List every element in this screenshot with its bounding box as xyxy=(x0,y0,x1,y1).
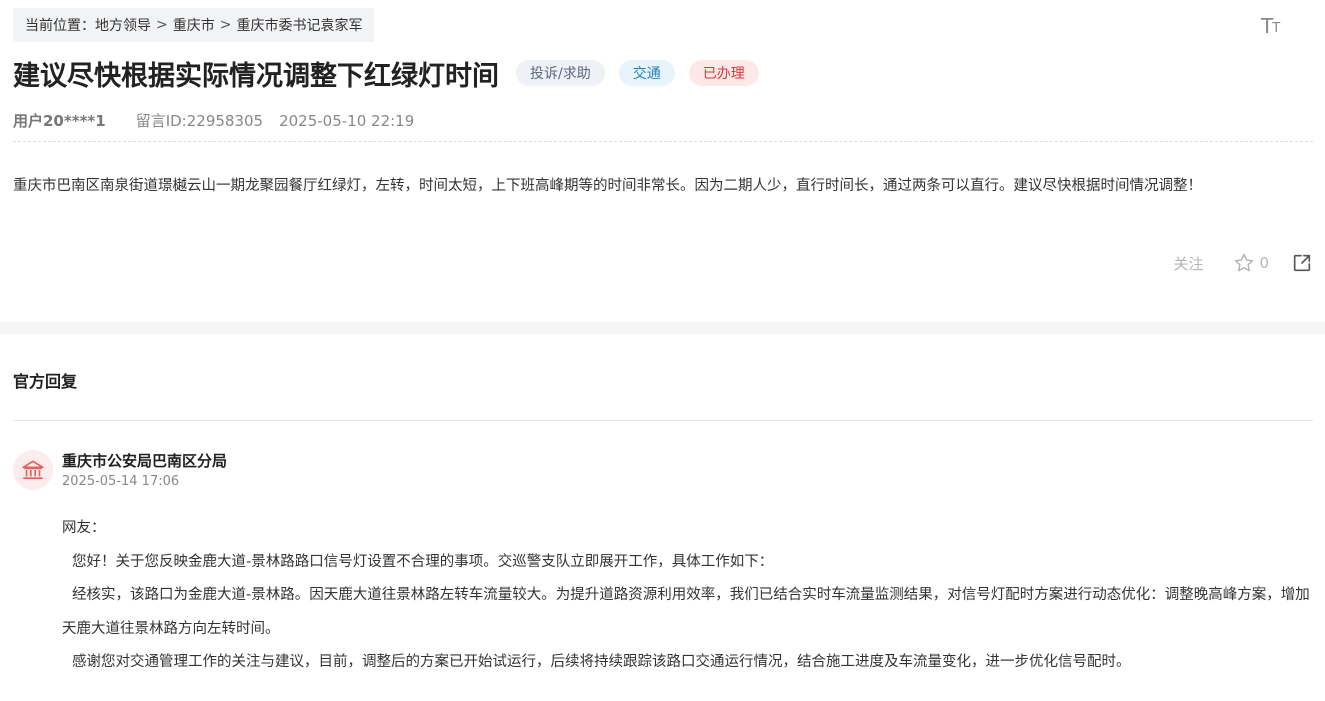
page-title: 建议尽快根据实际情况调整下红绿灯时间 xyxy=(13,60,499,92)
reply-paragraph: 经核实，该路口为金鹿大道-景林路。因天鹿大道往景林路左转车流量较大。为提升道路资… xyxy=(62,587,1310,637)
page: 当前位置： 地方领导 > 重庆市 > 重庆市委书记袁家军 TT 建议尽快根据实际… xyxy=(0,0,1325,701)
star-outline-icon xyxy=(1235,253,1254,272)
reply-paragraph: 您好！关于您反映金鹿大道-景林路路口信号灯设置不合理的事项。交巡警支队立即展开工… xyxy=(72,553,774,570)
share-icon[interactable] xyxy=(1291,252,1313,274)
category-tag[interactable]: 投诉/求助 xyxy=(516,60,605,86)
breadcrumb-separator: > xyxy=(156,17,168,33)
post-meta: 用户20****1 留言ID:22958305 2025-05-10 22:19 xyxy=(13,110,414,131)
reply-org-name: 重庆市公安局巴南区分局 xyxy=(62,452,228,470)
reply-datetime: 2025-05-14 17:06 xyxy=(62,474,180,489)
avatar xyxy=(13,450,53,490)
reply-section-title: 官方回复 xyxy=(13,372,78,391)
divider xyxy=(13,420,1313,421)
government-building-icon xyxy=(22,460,44,479)
reply-paragraph: 感谢您对交通管理工作的关注与建议，目前，调整后的方案已开始试运行，后续将持续跟踪… xyxy=(72,654,1131,670)
breadcrumb-separator: > xyxy=(219,17,232,33)
breadcrumb-item-party-secretary[interactable]: 重庆市委书记袁家军 xyxy=(236,15,362,35)
message-content: 重庆市巴南区南泉街道璟樾云山一期龙聚园餐厅红绿灯，左转，时间太短，上下班高峰期等… xyxy=(13,178,1202,194)
breadcrumb: 当前位置： 地方领导 > 重庆市 > 重庆市委书记袁家军 xyxy=(13,8,375,42)
reply-content: 网友： 您好！关于您反映金鹿大道-景林路路口信号灯设置不合理的事项。交巡警支队立… xyxy=(62,512,1314,680)
breadcrumb-item-local-leaders[interactable]: 地方领导 xyxy=(95,15,151,35)
section-divider-band xyxy=(0,322,1325,334)
post-datetime: 2025-05-10 22:19 xyxy=(279,111,415,130)
breadcrumb-prefix: 当前位置： xyxy=(25,18,95,34)
title-row: 建议尽快根据实际情况调整下红绿灯时间 投诉/求助 交通 已办理 xyxy=(13,54,759,92)
reply-greeting: 网友： xyxy=(62,520,106,536)
breadcrumb-item-chongqing[interactable]: 重庆市 xyxy=(173,15,215,35)
message-id: 留言ID:22958305 xyxy=(135,112,264,130)
favorite-count: 0 xyxy=(1259,254,1269,272)
post-actions: 关注 0 xyxy=(1173,249,1313,277)
font-size-toggle-icon[interactable]: TT xyxy=(1261,12,1285,36)
author-name: 用户20****1 xyxy=(13,112,106,130)
follow-button[interactable]: 关注 xyxy=(1173,253,1203,274)
divider xyxy=(13,141,1313,142)
status-badge: 已办理 xyxy=(688,60,759,86)
favorite-button[interactable]: 0 xyxy=(1233,252,1269,274)
topic-tag[interactable]: 交通 xyxy=(618,60,675,86)
